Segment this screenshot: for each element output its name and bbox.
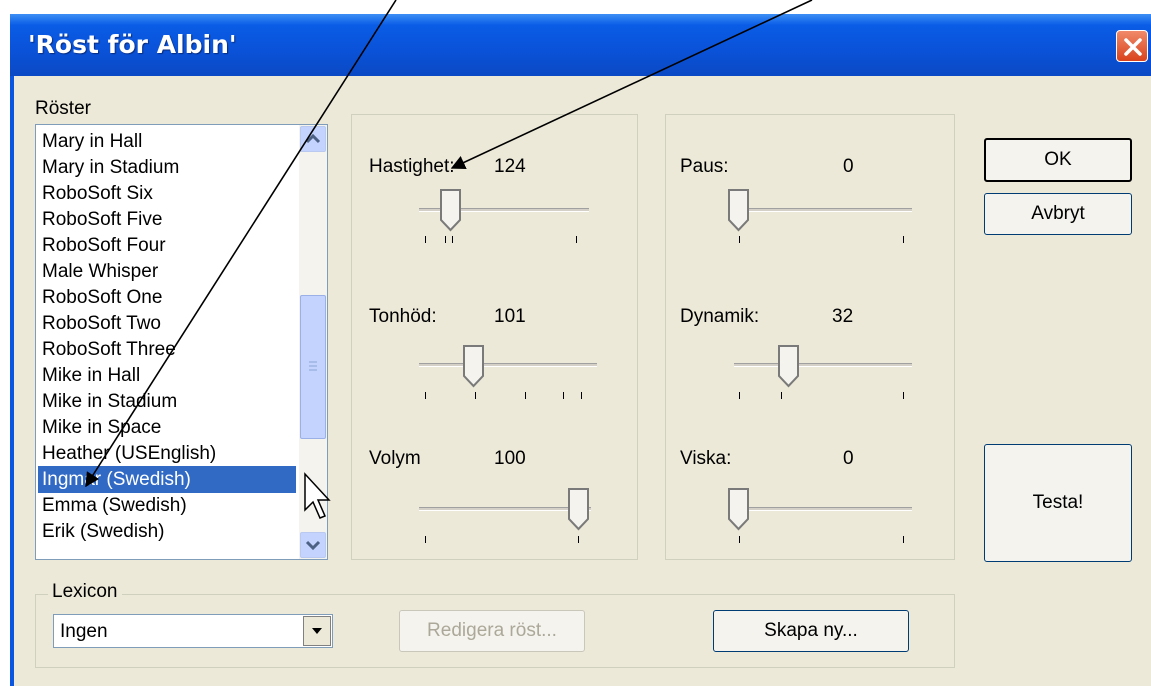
annotation-arrow-icon bbox=[85, 0, 397, 488]
mouse-cursor-icon bbox=[304, 472, 331, 519]
annotation-overlay bbox=[85, 0, 813, 519]
annotation-arrow-icon bbox=[450, 0, 813, 170]
